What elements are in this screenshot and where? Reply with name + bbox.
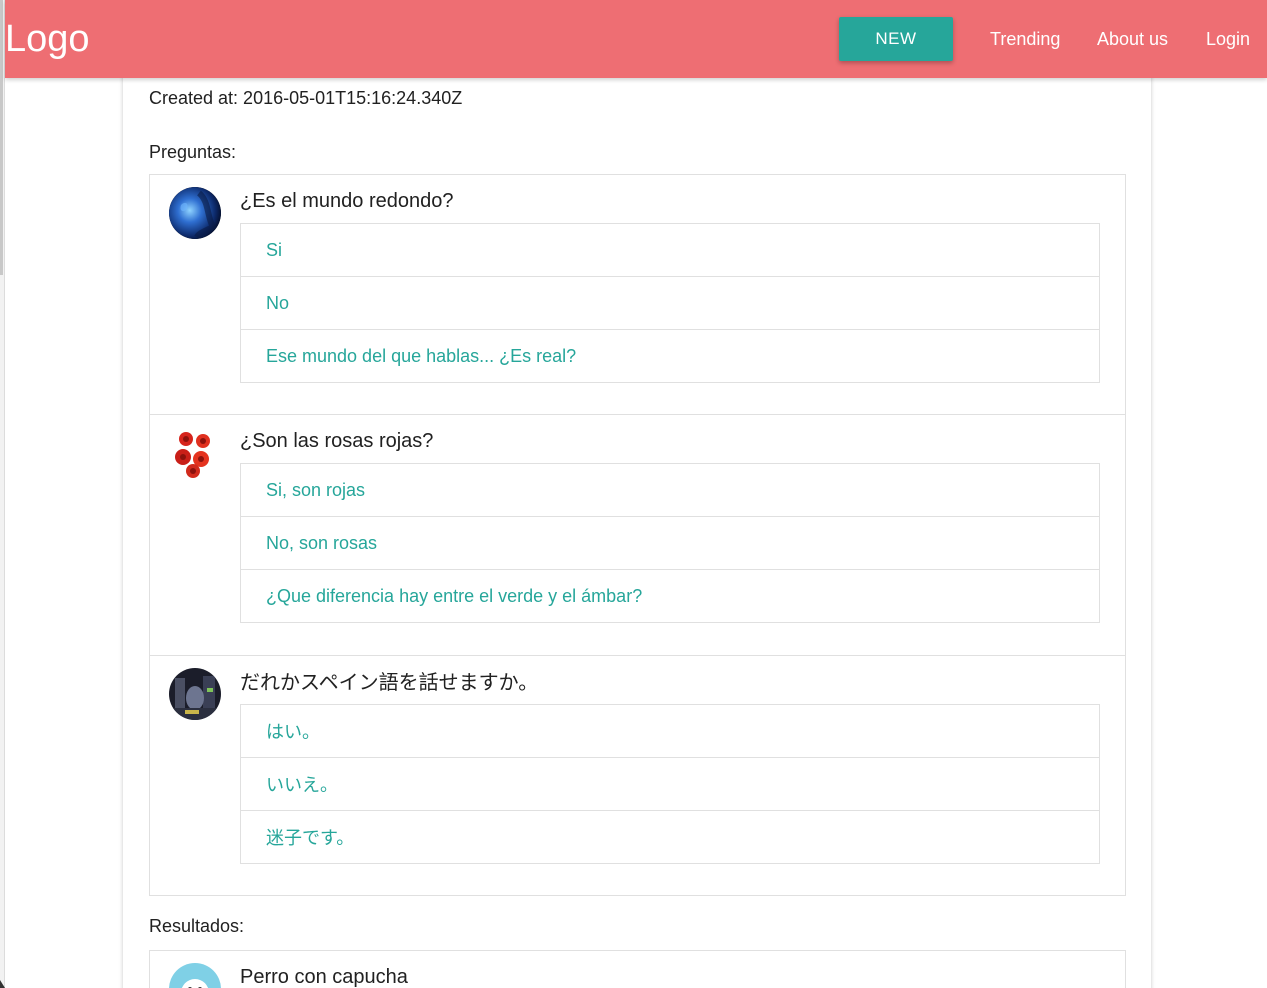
question-item: だれかスペイン語を話せますか。 はい。 いいえ。 迷子です。 [150,656,1125,895]
answer-option[interactable]: Si [241,224,1099,277]
dark-scene-avatar [169,668,221,720]
answer-option[interactable]: ¿Que diferencia hay entre el verde y el … [241,570,1099,622]
scrollbar-thumb[interactable] [0,0,3,275]
answer-list: はい。 いいえ。 迷子です。 [240,704,1100,864]
page: Logo NEW Trending About us Login Created… [0,0,1267,988]
results-list: Perro con capucha [149,950,1126,988]
question-title: だれかスペイン語を話せますか。 [240,670,539,694]
question-item: ¿Es el mundo redondo? Si No Ese mundo de… [150,175,1125,415]
result-item: Perro con capucha [150,951,1125,988]
question-title: ¿Es el mundo redondo? [240,190,454,212]
question-title: ¿Son las rosas rojas? [240,430,434,452]
created-at: Created at: 2016-05-01T15:16:24.340Z [149,88,463,108]
question-list: ¿Es el mundo redondo? Si No Ese mundo de… [149,174,1126,896]
answer-list: Si, son rojas No, son rosas ¿Que diferen… [240,463,1100,623]
nav-link-about-us[interactable]: About us [1097,26,1168,52]
answer-option[interactable]: Si, son rojas [241,464,1099,517]
earth-planet-avatar [169,187,221,239]
hooded-dog-avatar [169,963,221,988]
answer-option[interactable]: はい。 [241,705,1099,758]
window-left-edge [0,0,5,988]
resize-corner-icon [0,980,5,988]
result-title: Perro con capucha [240,966,408,988]
nav-link-login[interactable]: Login [1206,26,1250,52]
answer-list: Si No Ese mundo del que hablas... ¿Es re… [240,223,1100,383]
answer-option[interactable]: No, son rosas [241,517,1099,570]
answer-option[interactable]: No [241,277,1099,330]
red-roses-avatar [169,427,221,479]
answer-option[interactable]: Ese mundo del que hablas... ¿Es real? [241,330,1099,382]
questions-heading: Preguntas: [149,142,237,162]
question-item: ¿Son las rosas rojas? Si, son rojas No, … [150,415,1125,656]
results-heading: Resultados: [149,916,245,936]
answer-option[interactable]: いいえ。 [241,758,1099,811]
navbar: Logo NEW Trending About us Login [5,0,1267,78]
answer-option[interactable]: 迷子です。 [241,811,1099,863]
nav-link-trending[interactable]: Trending [990,26,1060,52]
new-button[interactable]: NEW [839,17,953,61]
logo[interactable]: Logo [5,14,90,64]
